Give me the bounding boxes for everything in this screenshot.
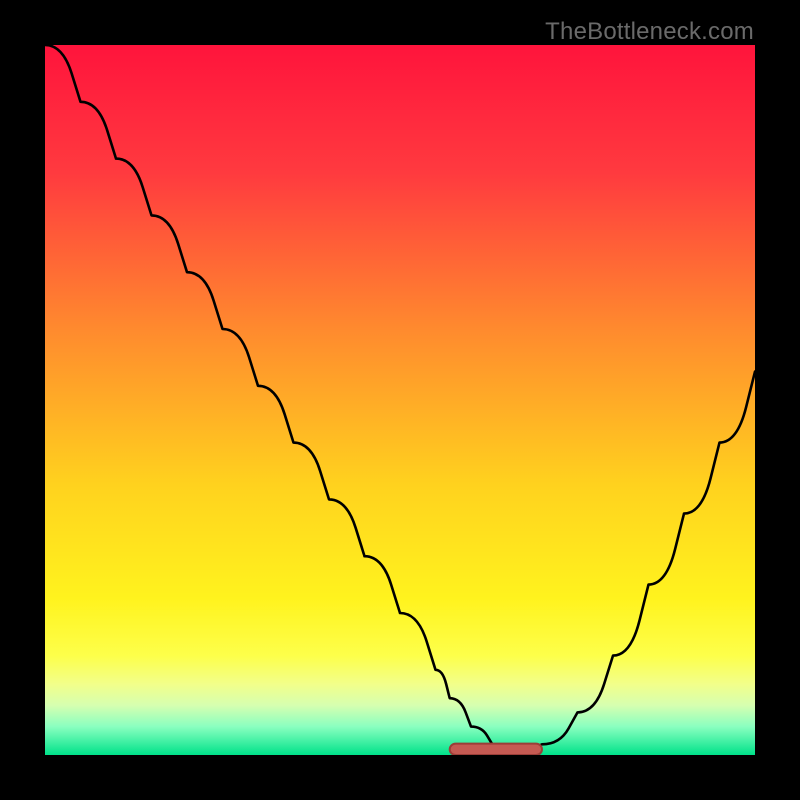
chart-svg	[45, 45, 755, 755]
bottleneck-curve	[45, 45, 755, 748]
chart-frame: TheBottleneck.com	[0, 0, 800, 800]
plot-area	[45, 45, 755, 755]
minimum-plateau-marker	[450, 744, 542, 755]
watermark-text: TheBottleneck.com	[545, 18, 754, 46]
